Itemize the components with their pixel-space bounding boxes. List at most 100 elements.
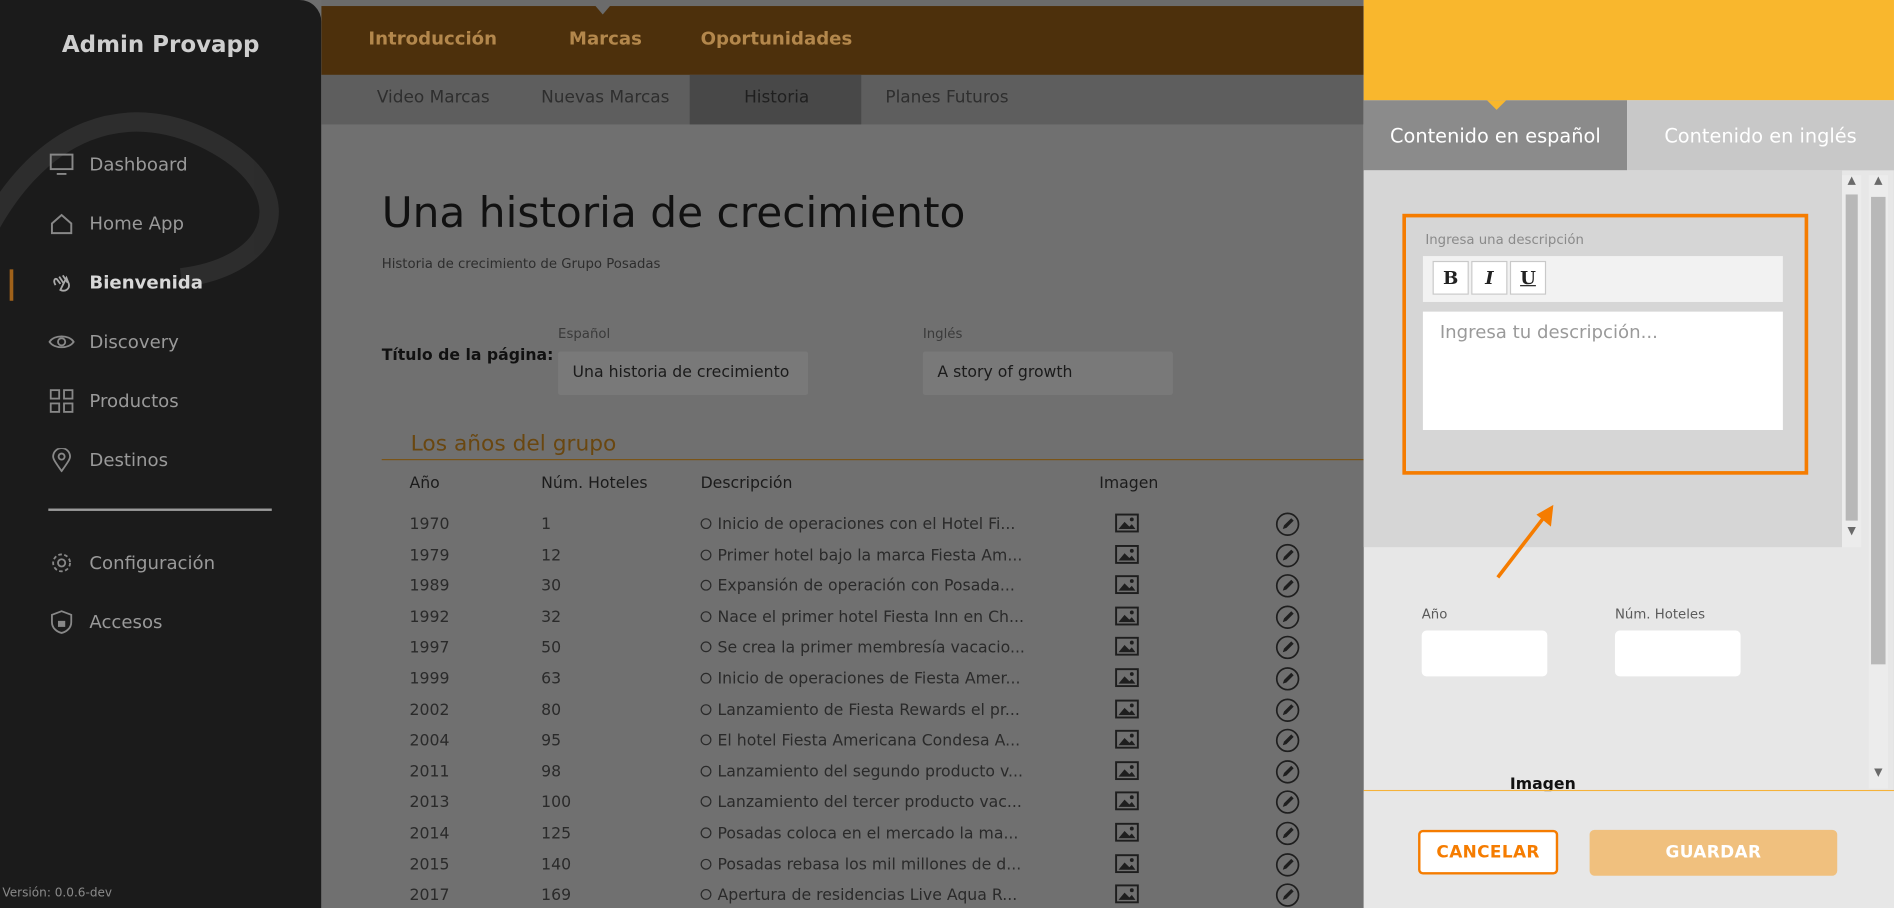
cell-year: 2013 xyxy=(409,794,450,813)
edit-icon[interactable] xyxy=(1275,821,1300,850)
scroll-down-arrow[interactable]: ▼ xyxy=(1842,525,1861,537)
cell-description: Lanzamiento de Fiesta Rewards el pr... xyxy=(700,701,1020,719)
sidebar-item-productos[interactable]: Productos xyxy=(48,387,179,416)
hotels-input[interactable] xyxy=(1614,630,1741,677)
image-icon[interactable] xyxy=(1115,544,1139,568)
cell-description: Primer hotel bajo la marca Fiesta Am... xyxy=(700,547,1022,565)
title-es-input[interactable]: Una historia de crecimiento xyxy=(558,351,809,395)
table-row: 2004 95 El hotel Fiesta Americana Condesa … xyxy=(321,728,1363,762)
scroll-up-arrow[interactable]: ▲ xyxy=(1842,175,1861,187)
edit-icon[interactable] xyxy=(1275,512,1300,541)
image-icon[interactable] xyxy=(1115,884,1139,908)
sidebar-item-label: Bienvenida xyxy=(89,271,204,294)
image-icon[interactable] xyxy=(1115,853,1139,877)
tab-introduccion[interactable]: Introducción xyxy=(368,28,497,50)
sidebar-item-dashboard[interactable]: Dashboard xyxy=(48,150,188,179)
cell-description: Posadas coloca en el mercado la ma... xyxy=(700,824,1019,844)
sidebar-item-discovery[interactable]: Discovery xyxy=(48,327,179,356)
image-icon[interactable] xyxy=(1115,730,1139,754)
image-icon[interactable] xyxy=(1115,791,1139,816)
edit-icon[interactable] xyxy=(1275,543,1300,572)
cell-description: Expansión de operación con Posada... xyxy=(700,578,1015,596)
image-icon[interactable] xyxy=(1115,513,1139,537)
section-divider xyxy=(381,459,1364,461)
cell-description: Inicio de operaciones con el Hotel Fi... xyxy=(700,516,1015,534)
cancel-button[interactable]: CANCELAR xyxy=(1418,829,1559,875)
sidebar-item-home-app[interactable]: Home App xyxy=(48,209,184,238)
cell-hotels: 30 xyxy=(541,577,562,596)
cell-hotels: 125 xyxy=(541,824,572,844)
panel-scrollbar[interactable]: ▲ ▼ xyxy=(1868,175,1888,789)
edit-icon[interactable] xyxy=(1275,790,1300,819)
subtab-nuevas-marcas[interactable]: Nuevas Marcas xyxy=(541,88,669,107)
title-en-input[interactable]: A story of growth xyxy=(922,351,1173,395)
image-icon[interactable] xyxy=(1115,822,1139,847)
edit-icon[interactable] xyxy=(1275,883,1300,908)
bullet-icon xyxy=(700,518,712,530)
sidebar-item-destinos[interactable]: Destinos xyxy=(48,446,168,475)
top-nav: Introducción Marcas Oportunidades xyxy=(321,6,1364,75)
edit-icon[interactable] xyxy=(1275,852,1300,881)
underline-button[interactable]: U xyxy=(1509,260,1547,295)
cell-description: Lanzamiento del segundo producto v... xyxy=(700,763,1024,782)
bullet-icon xyxy=(700,703,712,715)
sidebar-item-configuracion[interactable]: Configuración xyxy=(48,548,215,577)
tab-oportunidades[interactable]: Oportunidades xyxy=(701,28,853,50)
sidebar-item-bienvenida[interactable]: Bienvenida xyxy=(48,268,203,297)
annotation-arrow-icon xyxy=(1496,504,1554,579)
bullet-icon xyxy=(700,889,712,901)
edit-icon[interactable] xyxy=(1275,759,1300,789)
image-icon[interactable] xyxy=(1115,606,1139,630)
cell-description: Lanzamiento del tercer producto vac... xyxy=(700,794,1022,812)
description-textarea[interactable]: Ingresa tu descripción... xyxy=(1422,311,1783,431)
edit-icon[interactable] xyxy=(1275,728,1300,758)
tab-contenido-ingles[interactable]: Contenido en inglés xyxy=(1627,100,1894,171)
image-icon[interactable] xyxy=(1115,575,1139,599)
save-button[interactable]: GUARDAR xyxy=(1589,829,1838,876)
cell-hotels: 140 xyxy=(541,855,572,875)
bullet-icon xyxy=(700,765,712,777)
subtab-historia[interactable]: Historia xyxy=(744,88,809,107)
image-icon[interactable] xyxy=(1115,760,1139,785)
monitor-icon xyxy=(48,151,75,178)
scroll-up-arrow[interactable]: ▲ xyxy=(1869,175,1888,187)
tab-marcas[interactable]: Marcas xyxy=(569,28,642,50)
table-row: 1979 12 Primer hotel bajo la marca Fiesta … xyxy=(321,543,1363,577)
table-row: 2017 169 Apertura de residencias Live Aqua… xyxy=(321,883,1363,908)
subtab-video-marcas[interactable]: Video Marcas xyxy=(377,88,490,107)
cell-year: 1989 xyxy=(409,577,450,596)
subtab-planes-futuros[interactable]: Planes Futuros xyxy=(885,88,1008,107)
description-text: Posadas coloca en el mercado la ma... xyxy=(717,824,1019,844)
edit-icon[interactable] xyxy=(1275,667,1300,696)
image-icon[interactable] xyxy=(1115,699,1139,723)
italic-button[interactable]: I xyxy=(1471,260,1508,295)
tab-contenido-espanol[interactable]: Contenido en español xyxy=(1363,100,1628,171)
brand-title: Admin Provapp xyxy=(61,31,260,58)
sidebar-item-accesos[interactable]: Accesos xyxy=(48,608,163,637)
image-icon[interactable] xyxy=(1115,668,1139,692)
description-label: Ingresa una descripción xyxy=(1425,231,1584,248)
lang-es-label: Español xyxy=(558,326,611,342)
description-text: Lanzamiento del segundo producto v... xyxy=(717,763,1024,782)
edit-icon[interactable] xyxy=(1275,636,1300,665)
page-subtitle: Historia de crecimiento de Grupo Posadas xyxy=(381,256,661,272)
edit-icon[interactable] xyxy=(1275,698,1300,727)
panel-header xyxy=(1363,0,1894,101)
panel-scrollbar-thumb[interactable] xyxy=(1871,196,1886,665)
description-text: Nace el primer hotel Fiesta Inn en Ch... xyxy=(717,608,1024,627)
bold-button[interactable]: B xyxy=(1432,260,1469,295)
col-header-description: Descripción xyxy=(700,474,793,493)
edit-icon[interactable] xyxy=(1275,605,1300,634)
description-editor-highlight: Ingresa una descripción B I U Ingresa tu… xyxy=(1402,213,1809,475)
inner-scrollbar-thumb[interactable] xyxy=(1845,194,1858,521)
inner-scrollbar[interactable]: ▲ ▼ xyxy=(1842,175,1862,548)
sidebar-item-label: Configuración xyxy=(89,552,216,574)
image-icon[interactable] xyxy=(1115,637,1139,661)
year-input[interactable] xyxy=(1421,630,1548,677)
edit-icon[interactable] xyxy=(1275,574,1300,603)
cell-year: 1979 xyxy=(409,546,450,565)
col-header-image: Imagen xyxy=(1099,474,1159,493)
scroll-down-arrow[interactable]: ▼ xyxy=(1869,767,1888,779)
cell-hotels: 32 xyxy=(541,608,562,627)
table-row: 1992 32 Nace el primer hotel Fiesta Inn en… xyxy=(321,605,1363,639)
